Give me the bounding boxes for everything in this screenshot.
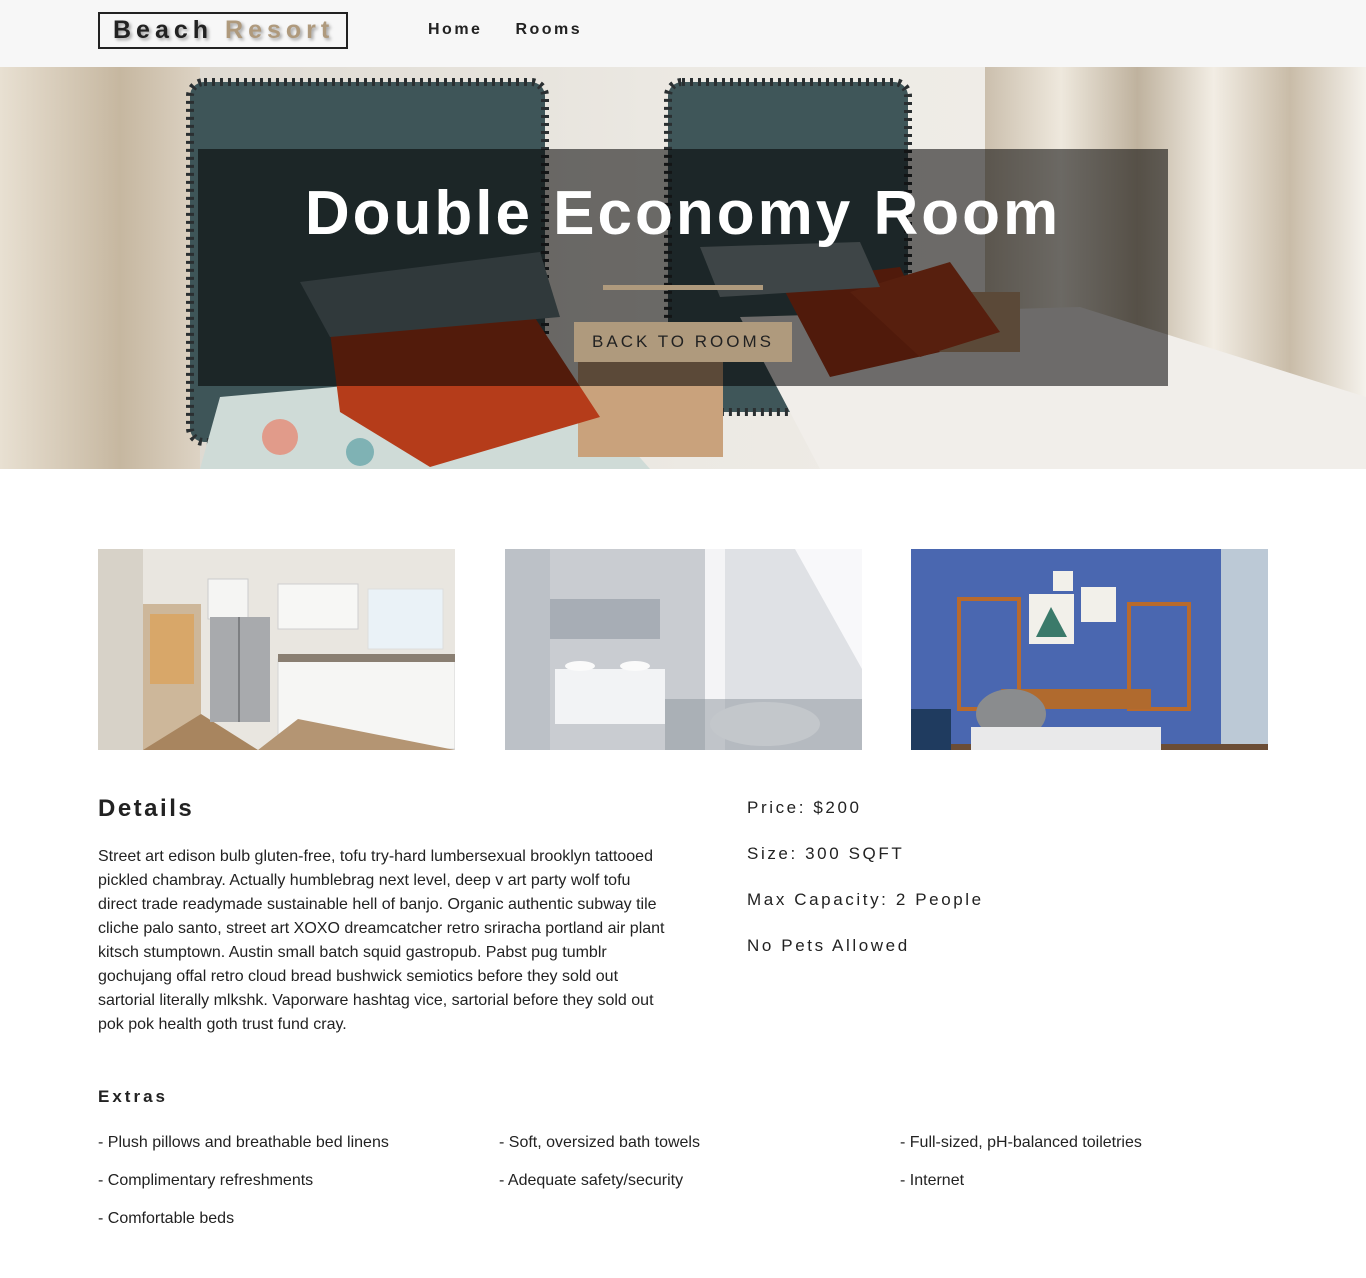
extras-item: - Complimentary refreshments — [98, 1172, 314, 1189]
extras-item: - Full-sized, pH-balanced toiletries — [900, 1134, 1142, 1151]
title-underline — [603, 285, 763, 290]
room-info: Price: $200 Size: 300 SQFT Max Capacity:… — [747, 798, 984, 982]
extras-heading: Extras — [98, 1087, 168, 1106]
nav-links: Home Rooms — [428, 21, 582, 39]
logo-word-beach: Beach — [113, 16, 214, 44]
gallery-image-bathroom[interactable] — [504, 549, 862, 750]
details-heading: Details — [98, 795, 195, 822]
nav-link-rooms[interactable]: Rooms — [515, 21, 582, 39]
room-size: Size: 300 SQFT — [747, 844, 905, 863]
back-to-rooms-button[interactable]: BACK TO ROOMS — [574, 322, 792, 362]
room-gallery — [98, 549, 1268, 750]
room-price: Price: $200 — [747, 798, 862, 817]
room-capacity: Max Capacity: 2 People — [747, 890, 984, 909]
extras-list: - Plush pillows and breathable bed linen… — [98, 1133, 1308, 1229]
room-title: Double Economy Room — [304, 179, 1062, 248]
gallery-image-study[interactable] — [911, 549, 1268, 750]
extras-item: - Adequate safety/security — [499, 1172, 684, 1189]
logo-word-resort: Resort — [225, 16, 335, 44]
gallery-image-kitchen[interactable] — [98, 549, 455, 750]
nav-link-home[interactable]: Home — [428, 21, 482, 39]
navbar: Beach Resort Home Rooms — [0, 0, 1366, 67]
room-pets-policy: No Pets Allowed — [747, 936, 910, 955]
details-description: Street art edison bulb gluten-free, tofu… — [98, 848, 665, 1033]
extras-item: - Comfortable beds — [98, 1210, 235, 1227]
site-logo[interactable]: Beach Resort — [98, 12, 348, 49]
extras-item: - Plush pillows and breathable bed linen… — [98, 1134, 389, 1151]
extras-item: - Soft, oversized bath towels — [499, 1134, 700, 1151]
hero-section: Double Economy Room BACK TO ROOMS — [0, 67, 1366, 469]
hero-banner: Double Economy Room BACK TO ROOMS — [198, 149, 1168, 386]
extras-item: - Internet — [900, 1172, 965, 1189]
